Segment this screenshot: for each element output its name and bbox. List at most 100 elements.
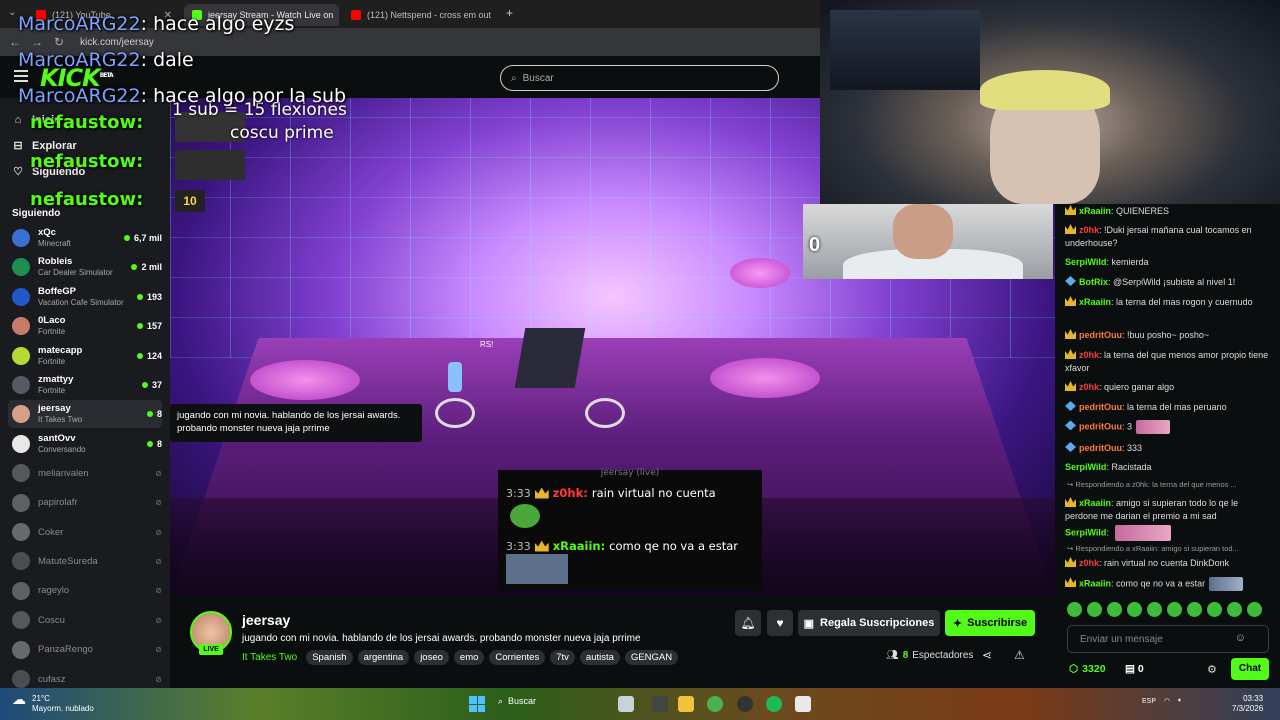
- emote-button[interactable]: [1087, 602, 1102, 617]
- stream-tag[interactable]: joseo: [414, 650, 449, 665]
- sidebar-channel-boffegp[interactable]: BoffeGP Vacation Cafe Simulator 193: [8, 283, 162, 311]
- chat-username[interactable]: SerpiWild: [1065, 527, 1106, 537]
- taskbar-search[interactable]: ⌕ Buscar: [498, 696, 536, 707]
- chat-username[interactable]: z0hk: [1079, 225, 1099, 235]
- emote-button[interactable]: [1067, 602, 1082, 617]
- chat-username[interactable]: pedritOuu: [1079, 443, 1122, 453]
- stream-tag[interactable]: emo: [453, 650, 485, 665]
- sidebar-channel-matecapp[interactable]: matecapp Fortnite 124: [8, 342, 162, 370]
- store-icon[interactable]: [795, 696, 811, 712]
- sidebar-channel-coscu[interactable]: Coscu ⊘: [8, 606, 162, 634]
- chat-username[interactable]: SerpiWild: [1065, 257, 1106, 267]
- search-icon: ⌕: [498, 696, 504, 706]
- chat-username[interactable]: pedritOuu: [1079, 402, 1122, 412]
- emote-button[interactable]: [1127, 602, 1142, 617]
- overlay-alert: nefaustow:: [30, 151, 144, 172]
- chat-settings-icon[interactable]: ⚙: [1207, 663, 1217, 676]
- crown-icon: [534, 540, 549, 552]
- emote-button[interactable]: [1247, 602, 1262, 617]
- gift-subs-button[interactable]: ▣ Regala Suscripciones: [798, 610, 940, 636]
- tab-list-chevron-icon[interactable]: ⌄: [8, 7, 16, 18]
- emote-button[interactable]: [1107, 602, 1122, 617]
- new-tab-button[interactable]: +: [506, 6, 513, 20]
- stream-tag[interactable]: Corrientes: [489, 650, 546, 665]
- youtube-icon: [351, 10, 361, 20]
- chat-username[interactable]: xRaaiin: [1079, 498, 1111, 508]
- sidebar-channel-panzarengo[interactable]: PanzaRengo ⊘: [8, 636, 162, 664]
- streamer-name[interactable]: jeersay: [242, 612, 290, 628]
- points-value: 3320: [1082, 663, 1106, 675]
- stream-tag[interactable]: GENGAN: [624, 650, 679, 665]
- cloud-icon: ☁: [12, 691, 26, 707]
- channel-meta: xQc Minecraft: [38, 227, 71, 249]
- windows-start-icon[interactable]: [469, 696, 485, 712]
- overlay-chat-header: jeersay (live): [600, 468, 660, 478]
- sidebar-channel-santovv[interactable]: santOvv Conversando 8: [8, 430, 162, 458]
- app-icon[interactable]: [652, 696, 668, 712]
- emote-button[interactable]: [1167, 602, 1182, 617]
- sidebar-channel-zmattyy[interactable]: zmattyy Fortnite 37: [8, 371, 162, 399]
- report-icon[interactable]: ⚠: [1014, 648, 1025, 662]
- app-icon[interactable]: [618, 696, 634, 712]
- language-indicator[interactable]: ESP: [1142, 698, 1156, 705]
- crown-badge-icon: [1065, 557, 1076, 567]
- subscribe-button[interactable]: ✦ Suscribirse: [945, 610, 1035, 636]
- sidebar-channel-matutesureda[interactable]: MatuteSureda ⊘: [8, 547, 162, 575]
- close-tab-icon[interactable]: ✕: [497, 10, 498, 21]
- chat-send-button[interactable]: Chat: [1231, 658, 1269, 680]
- chat-username[interactable]: SerpiWild: [1065, 462, 1106, 472]
- sidebar-channel-papirolafr[interactable]: papirolafr ⊘: [8, 489, 162, 517]
- weather-widget[interactable]: ☁ 21°C Mayorm. nublado: [12, 691, 94, 714]
- chat-username[interactable]: BotRix: [1079, 277, 1108, 287]
- stream-tag[interactable]: autista: [579, 650, 620, 665]
- obs-icon[interactable]: [737, 696, 753, 712]
- chat-username[interactable]: z0hk: [1079, 382, 1099, 392]
- sidebar-channel-melianvalen[interactable]: melianvalen ⊘: [8, 459, 162, 487]
- chat-username[interactable]: z0hk: [1079, 558, 1099, 568]
- chat-username[interactable]: xRaaiin: [1079, 206, 1111, 216]
- sidebar-channel-rageylo[interactable]: rageylo ⊘: [8, 577, 162, 605]
- chat-username[interactable]: xRaaiin: [1079, 297, 1111, 307]
- chat-message: pedritOuu: 333: [1065, 442, 1271, 455]
- chrome-icon[interactable]: [707, 696, 723, 712]
- sidebar-channel-jeersay[interactable]: jeersay It Takes Two 8: [8, 400, 162, 429]
- chat-username[interactable]: xRaaiin: [1079, 578, 1111, 588]
- chat-username[interactable]: pedritOuu: [1079, 330, 1122, 340]
- emote-button[interactable]: [1227, 602, 1242, 617]
- volume-icon[interactable]: 🔈︎: [1178, 697, 1182, 705]
- file-explorer-icon[interactable]: [678, 696, 694, 712]
- clock[interactable]: 03:33 7/3/2026: [1232, 694, 1263, 714]
- channel-points[interactable]: ⬡ 3320: [1069, 663, 1106, 675]
- sidebar-channel-0laco[interactable]: 0Laco Fortnite 157: [8, 312, 162, 340]
- emote-button[interactable]: [1147, 602, 1162, 617]
- stream-tag[interactable]: argentina: [357, 650, 410, 665]
- sidebar-channel-robleis[interactable]: Robleis Car Dealer Simulator 2 mil: [8, 253, 162, 281]
- chat-message-input[interactable]: Enviar un mensaje ☺: [1067, 625, 1269, 653]
- follow-heart-button[interactable]: ♥: [767, 610, 793, 636]
- share-icon[interactable]: ⋖: [982, 648, 992, 662]
- channel-meta: zmattyy Fortnite: [38, 374, 73, 396]
- stream-info: LIVE jeersay jugando con mi novia. habla…: [170, 596, 1055, 688]
- stream-category-link[interactable]: It Takes Two: [242, 652, 297, 663]
- emote-button[interactable]: [1187, 602, 1202, 617]
- notification-bell-button[interactable]: 🔔︎: [735, 610, 761, 636]
- channel-viewer-count: 8: [147, 439, 162, 449]
- overlay-chat-line: MarcoARG22: dale: [18, 49, 194, 71]
- search-input[interactable]: ⌕ Buscar: [500, 65, 779, 91]
- sidebar-channel-xqc[interactable]: xQc Minecraft 6,7 mil: [8, 224, 162, 252]
- chest-counter[interactable]: ▤ 0: [1125, 663, 1144, 675]
- home-icon: ⌂: [14, 114, 22, 126]
- stream-tag[interactable]: 7tv: [550, 650, 575, 665]
- chat-message: z0hk: rain virtual no cuenta DinkDonk: [1065, 557, 1271, 570]
- wifi-icon[interactable]: ◠: [1164, 697, 1170, 705]
- sidebar-channel-coker[interactable]: Coker ⊘: [8, 518, 162, 546]
- tab-nettspend[interactable]: (121) Nettspend - cross em out ✕: [343, 4, 498, 26]
- emote-button[interactable]: [1207, 602, 1222, 617]
- spotify-icon[interactable]: [766, 696, 782, 712]
- heart-icon: ♡: [13, 166, 23, 178]
- stream-tag[interactable]: Spanish: [306, 650, 353, 665]
- chat-username[interactable]: pedritOuu: [1079, 421, 1122, 431]
- chat-username[interactable]: z0hk: [1079, 350, 1099, 360]
- emote-picker-icon[interactable]: ☺: [1235, 632, 1258, 644]
- overlay-chat-user: xRaaiin:: [552, 539, 606, 553]
